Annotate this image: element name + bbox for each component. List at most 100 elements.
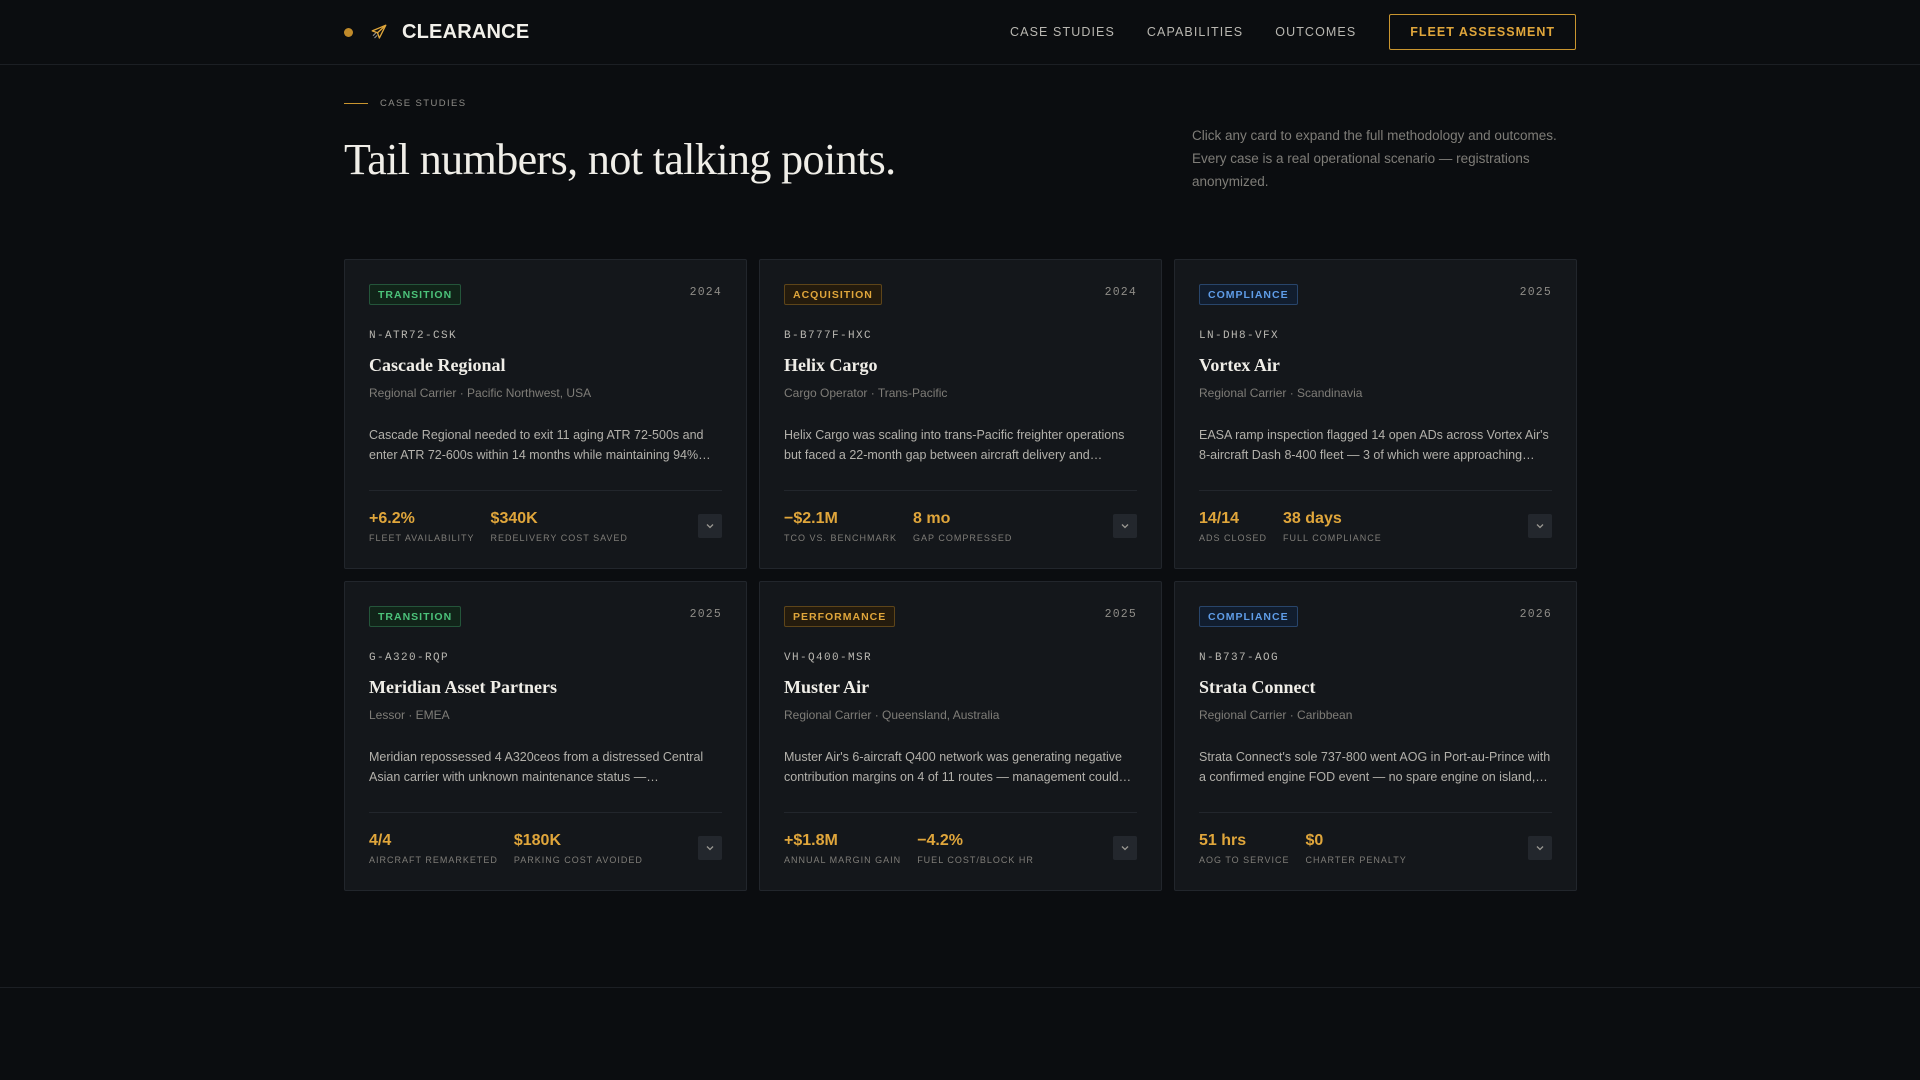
case-card-vortex-air[interactable]: COMPLIANCE 2025 LN-DH8-VFX Vortex Air Re… [1174,259,1577,569]
expand-button[interactable] [698,514,722,538]
case-card-strata-connect[interactable]: COMPLIANCE 2026 N-B737-AOG Strata Connec… [1174,581,1577,891]
metric: 14/14 ADS CLOSED [1199,510,1267,543]
metric: $340K REDELIVERY COST SAVED [491,510,628,543]
metric-value: 14/14 [1199,510,1240,527]
plane-icon [371,24,387,39]
card-description: Helix Cargo was scaling into trans-Pacif… [784,428,1125,462]
category-badge: PERFORMANCE [784,606,896,627]
metric-label: CHARTER PENALTY [1305,855,1407,865]
card-title: Vortex Air [1199,355,1280,375]
brand-logo[interactable]: CLEARANCE [344,20,529,44]
nav-link-capabilities[interactable]: CAPABILITIES [1147,25,1243,39]
metric-value: +6.2% [369,510,415,527]
metric-label: FULL COMPLIANCE [1283,533,1382,543]
card-divider [369,490,722,491]
metrics-row: 14/14 ADS CLOSED 38 days FULL COMPLIANCE [1199,510,1398,543]
metric-label: AOG TO SERVICE [1199,855,1290,865]
status-dot [344,27,353,37]
metrics-row: +$1.8M ANNUAL MARGIN GAIN −4.2% FUEL COS… [784,832,1050,865]
card-description: Cascade Regional needed to exit 11 aging… [369,428,711,462]
metric-label: AIRCRAFT REMARKETED [369,855,498,865]
expand-button[interactable] [1528,514,1552,538]
metric: 4/4 AIRCRAFT REMARKETED [369,832,498,865]
expand-button[interactable] [1113,514,1137,538]
category-badge: ACQUISITION [784,284,882,305]
metric-value: −$2.1M [784,510,838,527]
card-meta: Regional Carrier · Pacific Northwest, US… [369,386,592,400]
metric: 38 days FULL COMPLIANCE [1283,510,1382,543]
chevron-down-icon [706,846,714,851]
case-card-meridian-asset-partners[interactable]: TRANSITION 2025 G-A320-RQP Meridian Asse… [344,581,747,891]
metric-value: −4.2% [917,832,963,849]
top-navigation-bar: CLEARANCE CASE STUDIES CAPABILITIES OUTC… [0,0,1920,65]
metric-value: 8 mo [913,510,951,527]
card-title: Helix Cargo [784,355,878,375]
metric: $0 CHARTER PENALTY [1306,832,1407,865]
card-title: Strata Connect [1199,677,1316,697]
metric-label: FLEET AVAILABILITY [369,533,475,543]
card-meta: Cargo Operator · Trans-Pacific [784,386,948,400]
metric-value: +$1.8M [784,832,838,849]
case-study-grid: TRANSITION 2024 N-ATR72-CSK Cascade Regi… [344,259,1577,891]
category-badge: TRANSITION [369,284,462,305]
expand-button[interactable] [698,836,722,860]
category-badge: COMPLIANCE [1199,284,1298,305]
case-card-helix-cargo[interactable]: ACQUISITION 2024 B-B777F-HXC Helix Cargo… [759,259,1162,569]
case-year: 2024 [689,286,722,299]
tail-registration: VH-Q400-MSR [784,652,873,664]
section-eyebrow: CASE STUDIES [344,98,466,109]
tail-registration: LN-DH8-VFX [1199,330,1280,342]
tail-registration: N-B737-AOG [1199,652,1280,664]
case-year: 2025 [1519,286,1552,299]
chevron-down-icon [1536,524,1544,529]
card-description: EASA ramp inspection flagged 14 open ADs… [1199,428,1549,462]
card-title: Meridian Asset Partners [369,677,557,697]
card-meta: Lessor · EMEA [369,708,450,722]
brand-name: CLEARANCE [402,20,530,43]
metrics-row: +6.2% FLEET AVAILABILITY $340K REDELIVER… [369,510,644,543]
card-meta: Regional Carrier · Caribbean [1199,708,1353,722]
card-meta: Regional Carrier · Scandinavia [1199,386,1363,400]
card-title: Muster Air [784,677,870,697]
metric: +$1.8M ANNUAL MARGIN GAIN [784,832,901,865]
metric-label: ADS CLOSED [1199,533,1268,543]
tail-registration: N-ATR72-CSK [369,330,458,342]
category-badge: TRANSITION [369,606,462,627]
metric-value: $340K [490,510,538,527]
metric: $180K PARKING COST AVOIDED [514,832,643,865]
metric-value: 4/4 [369,832,392,849]
case-card-muster-air[interactable]: PERFORMANCE 2025 VH-Q400-MSR Muster Air … [759,581,1162,891]
metric-label: FUEL COST/BLOCK HR [917,855,1034,865]
card-divider [369,812,722,813]
nav-link-outcomes[interactable]: OUTCOMES [1275,25,1356,39]
main-nav: CASE STUDIES CAPABILITIES OUTCOMES FLEET… [1010,14,1576,50]
card-description: Strata Connect's sole 737-800 went AOG i… [1199,750,1551,784]
metric: +6.2% FLEET AVAILABILITY [369,510,475,543]
card-description: Muster Air's 6-aircraft Q400 network was… [784,750,1132,784]
metric-label: ANNUAL MARGIN GAIN [784,855,902,865]
metric: 51 hrs AOG TO SERVICE [1199,832,1290,865]
expand-button[interactable] [1113,836,1137,860]
case-card-cascade-regional[interactable]: TRANSITION 2024 N-ATR72-CSK Cascade Regi… [344,259,747,569]
card-divider [784,490,1137,491]
nav-link-case-studies[interactable]: CASE STUDIES [1010,25,1115,39]
chevron-down-icon [1536,846,1544,851]
card-divider [784,812,1137,813]
fleet-assessment-button[interactable]: FLEET ASSESSMENT [1389,14,1576,50]
metric-value: 51 hrs [1199,832,1247,849]
case-year: 2025 [689,608,722,621]
category-badge: COMPLIANCE [1199,606,1298,627]
metric-value: $180K [513,832,562,849]
metric-label: TCO VS. BENCHMARK [784,533,898,543]
page-description: Click any card to expand the full method… [1192,128,1557,189]
expand-button[interactable] [1528,836,1552,860]
card-meta: Regional Carrier · Queensland, Australia [784,708,1000,722]
eyebrow-rule [344,103,368,104]
tail-registration: G-A320-RQP [369,652,450,664]
metric: −4.2% FUEL COST/BLOCK HR [917,832,1034,865]
tail-registration: B-B777F-HXC [784,330,873,342]
metric-label: PARKING COST AVOIDED [513,855,643,865]
card-divider [1199,490,1552,491]
metrics-row: 51 hrs AOG TO SERVICE $0 CHARTER PENALTY [1199,832,1423,865]
card-description: Meridian repossessed 4 A320ceos from a d… [369,750,704,784]
